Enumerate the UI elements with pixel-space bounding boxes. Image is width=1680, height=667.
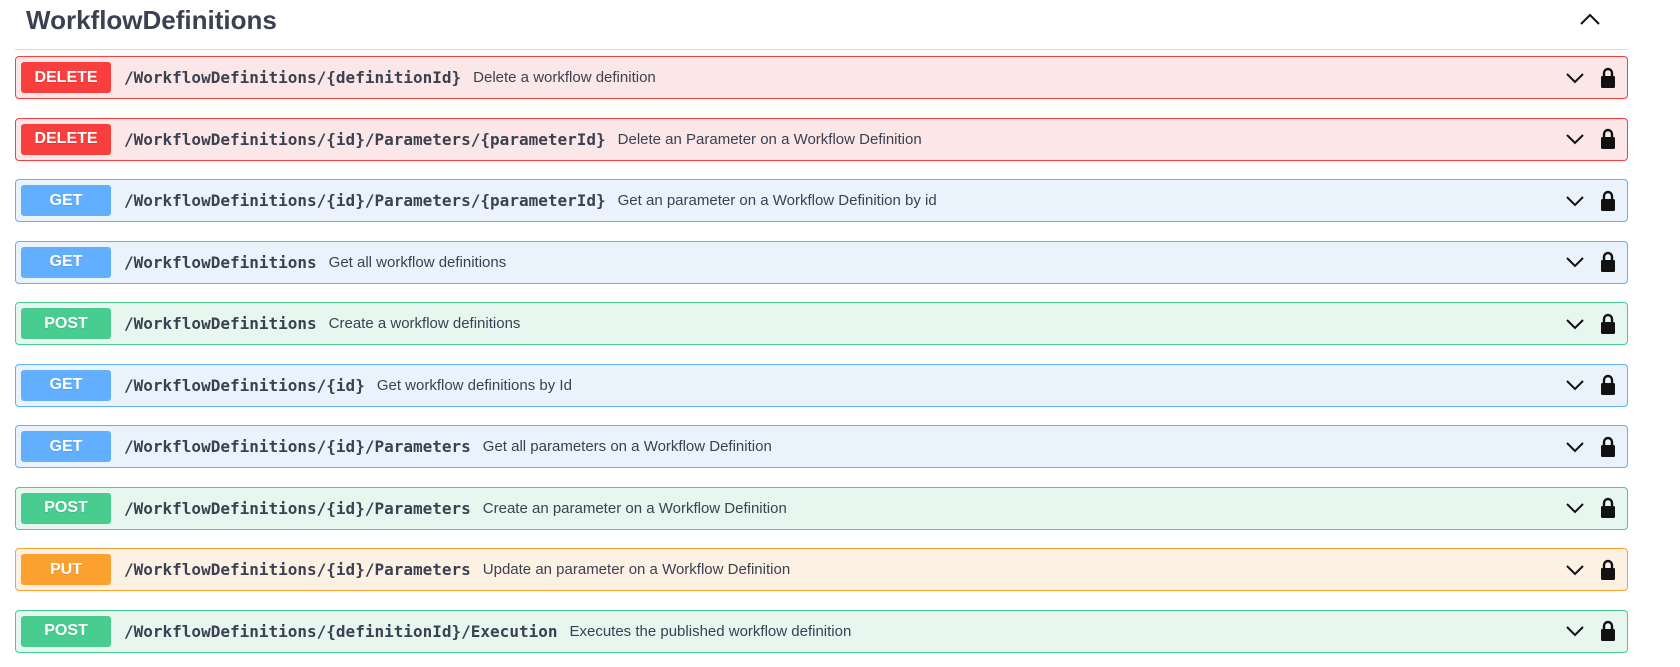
operation-path: /WorkflowDefinitions/{id}/Parameters [124,437,471,456]
operation-row-post[interactable]: POST /WorkflowDefinitions Create a workf… [15,302,1628,345]
collapse-button[interactable] [1570,0,1610,39]
expand-button[interactable] [1563,496,1587,520]
authorize-button[interactable] [1597,496,1619,520]
expand-button[interactable] [1563,435,1587,459]
api-section: WorkflowDefinitions DELETE /WorkflowDefi… [15,0,1628,653]
lock-icon [1601,497,1615,518]
expand-button[interactable] [1563,619,1587,643]
operation-row-post[interactable]: POST /WorkflowDefinitions/{id}/Parameter… [15,486,1628,530]
method-badge: GET [21,369,111,401]
operation-row-post[interactable]: POST /WorkflowDefinitions/{definitionId}… [15,609,1628,653]
lock-icon [1601,313,1615,334]
operation-path: /WorkflowDefinitions/{id}/Parameters [124,498,471,518]
authorize-button[interactable] [1597,619,1619,643]
operation-path: /WorkflowDefinitions/{id}/Parameters/{pa… [124,191,606,210]
operation-row-put[interactable]: PUT /WorkflowDefinitions/{id}/Parameters… [15,548,1628,591]
chevron-down-icon [1566,503,1584,514]
operation-summary: Create a workflow definitions [328,315,521,332]
expand-button[interactable] [1563,250,1587,274]
lock-icon [1601,374,1615,395]
method-badge: GET [21,431,111,462]
method-badge: DELETE [21,123,111,155]
lock-icon [1601,436,1615,457]
operation-path: /WorkflowDefinitions/{definitionId}/Exec… [124,621,558,641]
section-header[interactable]: WorkflowDefinitions [15,0,1628,50]
expand-button[interactable] [1563,127,1587,151]
expand-button[interactable] [1563,189,1587,213]
operation-path: /WorkflowDefinitions/{id}/Parameters [124,560,471,579]
method-badge: POST [21,492,111,524]
operation-row-delete[interactable]: DELETE /WorkflowDefinitions/{definitionI… [15,56,1628,99]
operation-path: /WorkflowDefinitions/{id} [124,375,365,395]
chevron-down-icon [1566,318,1584,329]
operation-summary: Get workflow definitions by Id [376,376,572,394]
operation-summary: Delete a workflow definition [473,69,656,86]
operation-path: /WorkflowDefinitions [124,252,317,272]
operation-path: /WorkflowDefinitions [124,314,317,333]
lock-icon [1601,67,1615,88]
chevron-down-icon [1566,257,1584,268]
authorize-button[interactable] [1597,189,1619,213]
method-badge: PUT [21,554,111,585]
operation-summary: Get all workflow definitions [328,253,507,271]
chevron-down-icon [1566,195,1584,206]
method-badge: POST [21,615,111,647]
lock-icon [1601,128,1615,149]
operation-summary: Update an parameter on a Workflow Defini… [482,561,791,578]
method-badge: POST [21,308,111,339]
operation-row-delete[interactable]: DELETE /WorkflowDefinitions/{id}/Paramet… [15,117,1628,161]
operation-summary: Create an parameter on a Workflow Defini… [482,499,787,517]
method-badge: GET [21,185,111,216]
lock-icon [1601,620,1615,641]
authorize-button[interactable] [1597,127,1619,151]
authorize-button[interactable] [1597,66,1619,90]
operation-summary: Delete an Parameter on a Workflow Defini… [617,130,922,148]
authorize-button[interactable] [1597,250,1619,274]
chevron-down-icon [1566,134,1584,145]
expand-button[interactable] [1563,373,1587,397]
expand-button[interactable] [1563,66,1587,90]
chevron-up-icon [1580,13,1600,25]
operation-row-get[interactable]: GET /WorkflowDefinitions Get all workflo… [15,240,1628,284]
chevron-down-icon [1566,441,1584,452]
lock-icon [1601,251,1615,272]
method-badge: GET [21,246,111,278]
expand-button[interactable] [1563,558,1587,582]
operation-row-get[interactable]: GET /WorkflowDefinitions/{id}/Parameters… [15,425,1628,468]
operation-row-get[interactable]: GET /WorkflowDefinitions/{id}/Parameters… [15,179,1628,222]
operation-row-get[interactable]: GET /WorkflowDefinitions/{id} Get workfl… [15,363,1628,407]
authorize-button[interactable] [1597,312,1619,336]
operation-path: /WorkflowDefinitions/{definitionId} [124,68,462,87]
lock-icon [1601,190,1615,211]
operation-summary: Executes the published workflow definiti… [569,622,852,640]
method-badge: DELETE [21,62,111,93]
lock-icon [1601,559,1615,580]
operation-summary: Get an parameter on a Workflow Definitio… [617,192,937,209]
authorize-button[interactable] [1597,373,1619,397]
section-title: WorkflowDefinitions [26,5,277,35]
chevron-down-icon [1566,564,1584,575]
authorize-button[interactable] [1597,435,1619,459]
operation-path: /WorkflowDefinitions/{id}/Parameters/{pa… [124,129,606,149]
chevron-down-icon [1566,380,1584,391]
authorize-button[interactable] [1597,558,1619,582]
chevron-down-icon [1566,626,1584,637]
operation-summary: Get all parameters on a Workflow Definit… [482,438,772,455]
operations-list: DELETE /WorkflowDefinitions/{definitionI… [15,56,1628,653]
chevron-down-icon [1566,72,1584,83]
expand-button[interactable] [1563,312,1587,336]
